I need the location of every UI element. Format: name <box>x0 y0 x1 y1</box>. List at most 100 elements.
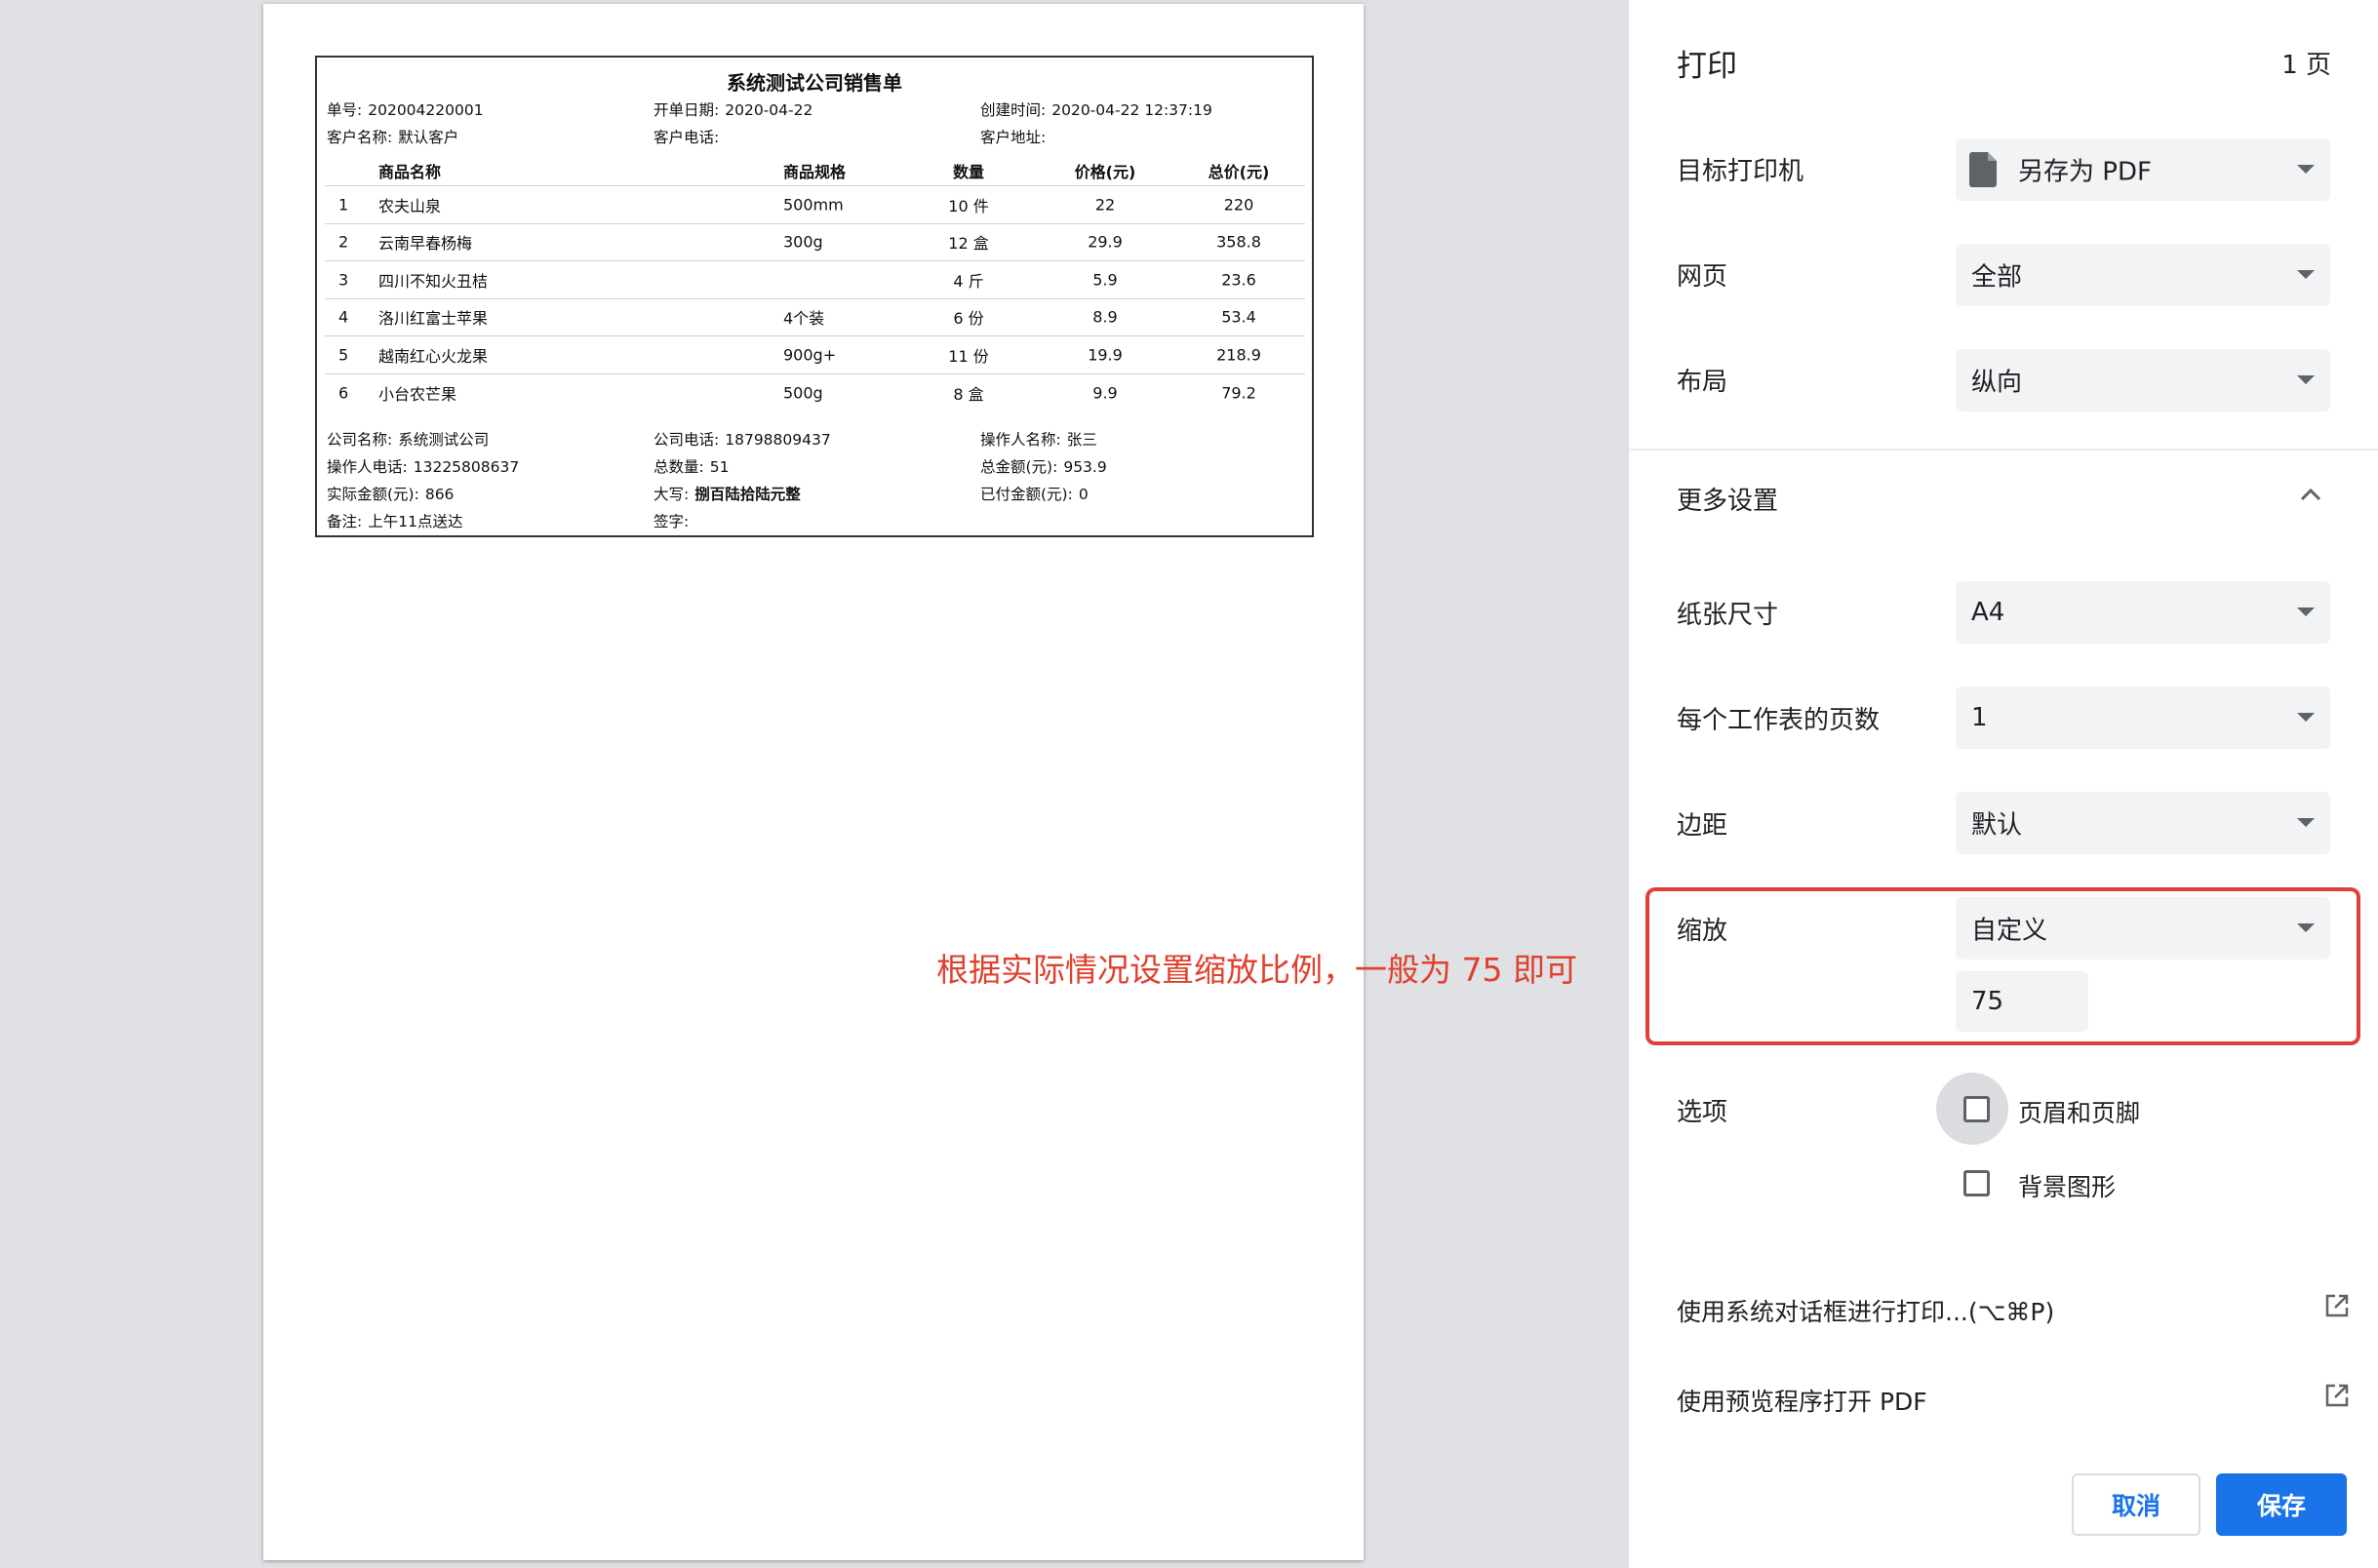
row-total: 53.4 <box>1221 307 1256 327</box>
row-price: 8.9 <box>1092 307 1118 327</box>
row-index: 1 <box>338 195 349 215</box>
margins-select[interactable]: 默认 <box>1956 792 2330 854</box>
customer-name: 客户名称: 默认客户 <box>327 129 459 146</box>
pages-select[interactable]: 全部 <box>1956 244 2330 306</box>
company-name: 公司名称: 系统测试公司 <box>327 431 490 449</box>
paper-size-select[interactable]: A4 <box>1956 581 2330 644</box>
row-price: 5.9 <box>1092 270 1118 290</box>
cancel-button[interactable]: 取消 <box>2072 1473 2200 1536</box>
layout-value: 纵向 <box>1971 368 2023 398</box>
pdf-document-icon <box>1969 152 1997 187</box>
receipt-title: 系统测试公司销售单 <box>727 71 902 95</box>
caret-down-icon <box>2297 818 2315 827</box>
row-qty: 4 斤 <box>953 271 984 291</box>
caret-down-icon <box>2297 713 2315 722</box>
row-price: 22 <box>1094 195 1116 215</box>
row-price: 19.9 <box>1088 345 1123 365</box>
table-row: 6 小台农芒果 500g 8 盒 9.9 79.2 <box>325 374 1305 412</box>
receipt-footer-row-4: 备注: 上午11点送达 签字: <box>327 510 1302 533</box>
row-spec: 4个装 <box>783 309 825 329</box>
col-total: 总价(元) <box>1208 162 1270 181</box>
external-link-icon <box>2325 1294 2349 1317</box>
pages-per-sheet-value: 1 <box>1971 703 1988 732</box>
headers-footers-option[interactable]: 页眉和页脚 <box>1936 1073 2346 1145</box>
col-qty: 数量 <box>952 162 984 181</box>
headers-footers-label: 页眉和页脚 <box>2018 1099 2141 1127</box>
pages-value: 全部 <box>1971 262 2023 293</box>
paid-amount: 已付金额(元): 0 <box>980 486 1089 503</box>
preview-page: 系统测试公司销售单 单号: 202004220001 开单日期: 2020-04-2… <box>263 4 1364 1560</box>
checkbox-icon[interactable] <box>1963 1170 1990 1196</box>
print-settings-panel: 打印 1 页 目标打印机 另存为 PDF 网页 全部 布局 纵向 更多设置 纸张… <box>1629 0 2378 1568</box>
scale-value: 自定义 <box>1971 916 2048 946</box>
col-price: 价格(元) <box>1074 162 1136 181</box>
row-spec: 500mm <box>783 195 844 215</box>
print-title: 打印 <box>1677 49 1737 84</box>
scale-select[interactable]: 自定义 <box>1956 897 2330 960</box>
save-button[interactable]: 保存 <box>2216 1473 2347 1536</box>
receipt-footer-row-2: 操作人电话: 13225808637 总数量: 51 总金额(元): 953.9 <box>327 455 1302 479</box>
row-spec: 300g <box>783 232 823 252</box>
table-row: 1 农夫山泉 500mm 10 件 22 220 <box>325 186 1305 224</box>
layout-select[interactable]: 纵向 <box>1956 349 2330 412</box>
row-total: 358.8 <box>1216 232 1261 252</box>
section-divider <box>1629 449 2378 451</box>
table-row: 4 洛川红富士苹果 4个装 6 份 8.9 53.4 <box>325 299 1305 336</box>
row-index: 2 <box>338 232 349 252</box>
scale-input[interactable] <box>1956 971 2088 1032</box>
row-qty: 12 盒 <box>948 234 989 254</box>
table-row: 5 越南红心火龙果 900g+ 11 份 19.9 218.9 <box>325 336 1305 374</box>
row-spec: 900g+ <box>783 345 837 365</box>
row-qty: 8 盒 <box>953 384 984 404</box>
total-quantity: 总数量: 51 <box>654 458 730 476</box>
system-dialog-link[interactable]: 使用系统对话框进行打印...(⌥⌘P) <box>1677 1289 2350 1328</box>
created-time: 创建时间: 2020-04-22 12:37:19 <box>980 101 1212 119</box>
capital-amount: 大写: 捌百陆拾陆元整 <box>654 486 801 503</box>
caret-down-icon <box>2297 270 2315 279</box>
chevron-up-icon[interactable] <box>2300 488 2321 501</box>
customer-phone: 客户电话: <box>654 129 720 146</box>
signature: 签字: <box>654 513 690 530</box>
page-count: 1 页 <box>2281 51 2331 80</box>
receipt-header-row-1: 单号: 202004220001 开单日期: 2020-04-22 创建时间: 202… <box>327 98 1302 122</box>
caret-down-icon <box>2297 165 2315 174</box>
row-spec: 500g <box>783 383 823 403</box>
margins-value: 默认 <box>1971 810 2023 841</box>
row-qty: 6 份 <box>953 309 984 329</box>
row-name: 四川不知火丑桔 <box>378 271 489 291</box>
destination-select[interactable]: 另存为 PDF <box>1956 138 2330 201</box>
scale-label: 缩放 <box>1677 917 1728 946</box>
caret-down-icon <box>2297 375 2315 384</box>
paper-size-label: 纸张尺寸 <box>1677 601 1779 630</box>
row-total: 218.9 <box>1216 345 1261 365</box>
open-preview-label: 使用预览程序打开 PDF <box>1677 1388 1927 1416</box>
row-total: 220 <box>1223 195 1254 215</box>
pages-per-sheet-select[interactable]: 1 <box>1956 686 2330 749</box>
company-phone: 公司电话: 18798809437 <box>654 431 831 449</box>
more-settings-toggle[interactable]: 更多设置 <box>1677 481 1778 517</box>
background-graphics-option[interactable]: 背景图形 <box>1956 1158 2346 1207</box>
options-label: 选项 <box>1677 1098 1728 1127</box>
row-price: 29.9 <box>1088 232 1123 252</box>
row-qty: 10 件 <box>948 196 989 216</box>
layout-label: 布局 <box>1677 368 1728 397</box>
pages-per-sheet-label: 每个工作表的页数 <box>1677 706 1881 735</box>
open-date: 开单日期: 2020-04-22 <box>654 101 813 119</box>
row-index: 4 <box>338 307 349 327</box>
table-header: 商品名称 商品规格 数量 价格(元) 总价(元) <box>325 155 1305 186</box>
open-preview-link[interactable]: 使用预览程序打开 PDF <box>1677 1379 2350 1418</box>
row-index: 6 <box>338 383 349 403</box>
system-dialog-label: 使用系统对话框进行打印...(⌥⌘P) <box>1677 1298 2055 1326</box>
sales-receipt: 系统测试公司销售单 单号: 202004220001 开单日期: 2020-04-2… <box>315 56 1314 537</box>
order-no: 单号: 202004220001 <box>327 101 484 119</box>
receipt-footer-row-1: 公司名称: 系统测试公司 公司电话: 18798809437 操作人名称: 张三 <box>327 428 1302 451</box>
row-total: 23.6 <box>1221 270 1256 290</box>
external-link-icon <box>2325 1384 2349 1407</box>
remark: 备注: 上午11点送达 <box>327 513 463 530</box>
row-name: 云南早春杨梅 <box>378 234 473 254</box>
checkbox-icon[interactable] <box>1963 1096 1990 1122</box>
print-preview-area: 系统测试公司销售单 单号: 202004220001 开单日期: 2020-04-2… <box>0 0 1629 1568</box>
row-name: 农夫山泉 <box>378 196 442 216</box>
pages-label: 网页 <box>1677 262 1728 292</box>
items-table: 商品名称 商品规格 数量 价格(元) 总价(元) 1 农夫山泉 500mm 10… <box>325 155 1305 412</box>
